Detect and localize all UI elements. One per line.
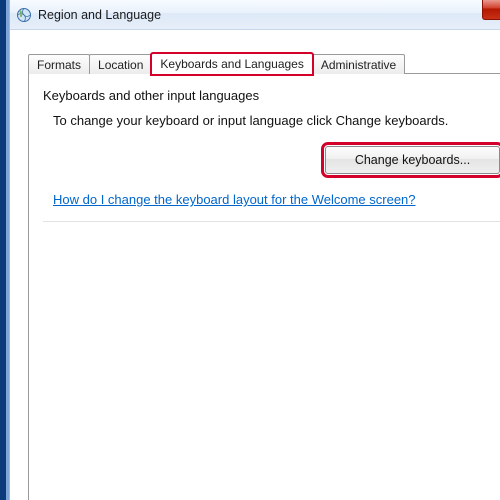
tab-label: Formats: [37, 58, 81, 72]
close-button[interactable]: [482, 0, 500, 20]
tab-keyboards-languages[interactable]: Keyboards and Languages: [151, 53, 312, 75]
region-language-window: Region and Language Formats Location Key…: [9, 0, 500, 500]
tab-location[interactable]: Location: [89, 54, 152, 74]
globe-icon: [16, 7, 32, 23]
help-link[interactable]: How do I change the keyboard layout for …: [53, 192, 416, 207]
tab-label: Keyboards and Languages: [160, 57, 303, 71]
tab-label: Administrative: [321, 58, 396, 72]
button-row: Change keyboards...: [43, 146, 500, 174]
titlebar: Region and Language: [10, 0, 500, 30]
tab-administrative[interactable]: Administrative: [312, 54, 405, 74]
tab-label: Location: [98, 58, 143, 72]
client-area: Formats Location Keyboards and Languages…: [20, 30, 500, 500]
change-keyboards-button[interactable]: Change keyboards...: [325, 146, 500, 174]
tab-formats[interactable]: Formats: [28, 54, 90, 74]
group-title: Keyboards and other input languages: [43, 88, 500, 103]
window-title: Region and Language: [38, 8, 161, 22]
group-description: To change your keyboard or input languag…: [53, 113, 500, 128]
tab-strip: Formats Location Keyboards and Languages…: [28, 52, 404, 74]
tab-panel: Keyboards and other input languages To c…: [28, 73, 500, 500]
divider: [43, 221, 500, 222]
